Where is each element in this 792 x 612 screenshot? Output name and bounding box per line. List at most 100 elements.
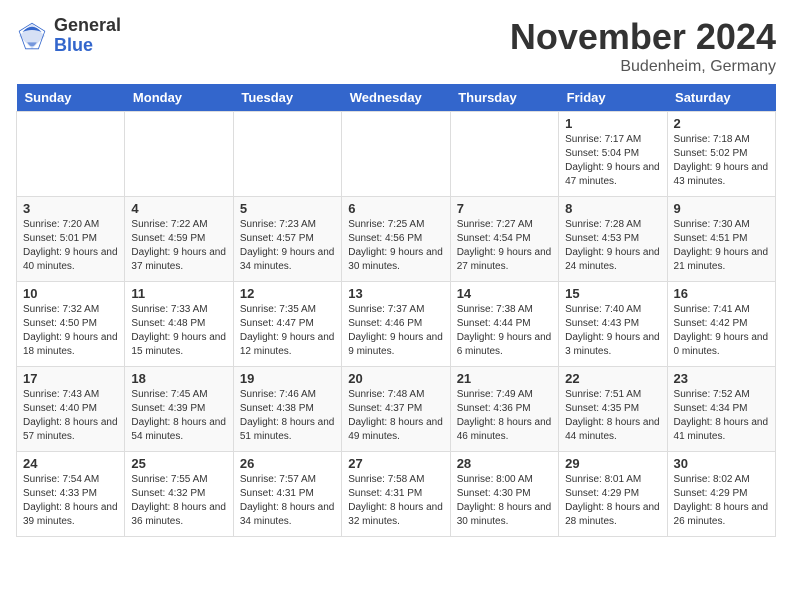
day-number: 14 — [457, 286, 552, 301]
calendar-cell: 15 Sunrise: 7:40 AM Sunset: 4:43 PM Dayli… — [559, 282, 667, 367]
day-info: Sunrise: 7:23 AM Sunset: 4:57 PM Dayligh… — [240, 218, 335, 274]
day-info: Sunrise: 7:52 AM Sunset: 4:34 PM Dayligh… — [674, 388, 769, 444]
calendar-cell — [17, 112, 125, 197]
day-number: 22 — [565, 371, 660, 386]
logo: General Blue — [16, 16, 121, 56]
day-info: Sunrise: 7:22 AM Sunset: 4:59 PM Dayligh… — [131, 218, 226, 274]
day-number: 15 — [565, 286, 660, 301]
day-number: 17 — [23, 371, 118, 386]
day-info: Sunrise: 7:38 AM Sunset: 4:44 PM Dayligh… — [457, 303, 552, 359]
day-number: 4 — [131, 201, 226, 216]
day-info: Sunrise: 7:58 AM Sunset: 4:31 PM Dayligh… — [348, 473, 443, 529]
calendar-cell: 11Sunrise: 7:33 AM Sunset: 4:48 PM Dayli… — [125, 282, 233, 367]
day-number: 5 — [240, 201, 335, 216]
calendar-cell: 12 Sunrise: 7:35 AM Sunset: 4:47 PM Dayli… — [233, 282, 341, 367]
calendar-cell: 19 Sunrise: 7:46 AM Sunset: 4:38 PM Dayli… — [233, 367, 341, 452]
day-header-tuesday: Tuesday — [233, 84, 341, 112]
day-header-friday: Friday — [559, 84, 667, 112]
header: General Blue November 2024 Budenheim, Ge… — [16, 16, 776, 76]
day-number: 30 — [674, 456, 769, 471]
calendar-cell: 25 Sunrise: 7:55 AM Sunset: 4:32 PM Dayli… — [125, 452, 233, 537]
calendar-cell: 26 Sunrise: 7:57 AM Sunset: 4:31 PM Dayli… — [233, 452, 341, 537]
calendar-cell — [125, 112, 233, 197]
day-number: 1 — [565, 116, 660, 131]
day-info: Sunrise: 7:35 AM Sunset: 4:47 PM Dayligh… — [240, 303, 335, 359]
calendar-cell — [450, 112, 558, 197]
calendar-cell: 2 Sunrise: 7:18 AM Sunset: 5:02 PM Daylig… — [667, 112, 775, 197]
day-info: Sunrise: 7:57 AM Sunset: 4:31 PM Dayligh… — [240, 473, 335, 529]
day-info: Sunrise: 7:30 AM Sunset: 4:51 PM Dayligh… — [674, 218, 769, 274]
calendar-cell: 4 Sunrise: 7:22 AM Sunset: 4:59 PM Daylig… — [125, 197, 233, 282]
day-number: 29 — [565, 456, 660, 471]
logo-text: General Blue — [54, 16, 121, 56]
calendar-cell: 30 Sunrise: 8:02 AM Sunset: 4:29 PM Dayli… — [667, 452, 775, 537]
day-info: Sunrise: 7:18 AM Sunset: 5:02 PM Dayligh… — [674, 133, 769, 189]
day-number: 2 — [674, 116, 769, 131]
calendar-cell: 29Sunrise: 8:01 AM Sunset: 4:29 PM Dayli… — [559, 452, 667, 537]
header-row: SundayMondayTuesdayWednesdayThursdayFrid… — [17, 84, 776, 112]
calendar-cell: 14 Sunrise: 7:38 AM Sunset: 4:44 PM Dayli… — [450, 282, 558, 367]
day-number: 20 — [348, 371, 443, 386]
day-header-thursday: Thursday — [450, 84, 558, 112]
day-info: Sunrise: 8:00 AM Sunset: 4:30 PM Dayligh… — [457, 473, 552, 529]
calendar-cell: 16 Sunrise: 7:41 AM Sunset: 4:42 PM Dayli… — [667, 282, 775, 367]
day-number: 8 — [565, 201, 660, 216]
day-info: Sunrise: 7:28 AM Sunset: 4:53 PM Dayligh… — [565, 218, 660, 274]
calendar-cell: 27 Sunrise: 7:58 AM Sunset: 4:31 PM Dayli… — [342, 452, 450, 537]
calendar-cell: 24 Sunrise: 7:54 AM Sunset: 4:33 PM Dayli… — [17, 452, 125, 537]
calendar-cell: 18Sunrise: 7:45 AM Sunset: 4:39 PM Dayli… — [125, 367, 233, 452]
logo-general: General — [54, 16, 121, 36]
day-info: Sunrise: 7:40 AM Sunset: 4:43 PM Dayligh… — [565, 303, 660, 359]
calendar-cell: 9 Sunrise: 7:30 AM Sunset: 4:51 PM Daylig… — [667, 197, 775, 282]
logo-icon — [16, 20, 48, 52]
day-header-wednesday: Wednesday — [342, 84, 450, 112]
day-number: 25 — [131, 456, 226, 471]
day-number: 3 — [23, 201, 118, 216]
day-number: 6 — [348, 201, 443, 216]
calendar-cell: 28 Sunrise: 8:00 AM Sunset: 4:30 PM Dayli… — [450, 452, 558, 537]
calendar-cell: 20Sunrise: 7:48 AM Sunset: 4:37 PM Dayli… — [342, 367, 450, 452]
day-info: Sunrise: 7:55 AM Sunset: 4:32 PM Dayligh… — [131, 473, 226, 529]
logo-blue: Blue — [54, 36, 121, 56]
calendar-cell — [233, 112, 341, 197]
week-row-5: 24 Sunrise: 7:54 AM Sunset: 4:33 PM Dayli… — [17, 452, 776, 537]
day-info: Sunrise: 7:46 AM Sunset: 4:38 PM Dayligh… — [240, 388, 335, 444]
day-info: Sunrise: 7:25 AM Sunset: 4:56 PM Dayligh… — [348, 218, 443, 274]
day-number: 28 — [457, 456, 552, 471]
day-info: Sunrise: 7:51 AM Sunset: 4:35 PM Dayligh… — [565, 388, 660, 444]
day-number: 24 — [23, 456, 118, 471]
calendar-cell: 13 Sunrise: 7:37 AM Sunset: 4:46 PM Dayli… — [342, 282, 450, 367]
week-row-4: 17Sunrise: 7:43 AM Sunset: 4:40 PM Dayli… — [17, 367, 776, 452]
day-number: 21 — [457, 371, 552, 386]
calendar-cell: 17Sunrise: 7:43 AM Sunset: 4:40 PM Dayli… — [17, 367, 125, 452]
day-number: 10 — [23, 286, 118, 301]
calendar-cell: 5 Sunrise: 7:23 AM Sunset: 4:57 PM Daylig… — [233, 197, 341, 282]
day-info: Sunrise: 8:02 AM Sunset: 4:29 PM Dayligh… — [674, 473, 769, 529]
day-info: Sunrise: 7:49 AM Sunset: 4:36 PM Dayligh… — [457, 388, 552, 444]
day-number: 12 — [240, 286, 335, 301]
day-header-monday: Monday — [125, 84, 233, 112]
day-number: 9 — [674, 201, 769, 216]
day-number: 13 — [348, 286, 443, 301]
calendar-cell: 1Sunrise: 7:17 AM Sunset: 5:04 PM Daylig… — [559, 112, 667, 197]
day-number: 16 — [674, 286, 769, 301]
calendar-table: SundayMondayTuesdayWednesdayThursdayFrid… — [16, 84, 776, 537]
calendar-cell: 3 Sunrise: 7:20 AM Sunset: 5:01 PM Daylig… — [17, 197, 125, 282]
day-info: Sunrise: 7:37 AM Sunset: 4:46 PM Dayligh… — [348, 303, 443, 359]
calendar-cell: 10Sunrise: 7:32 AM Sunset: 4:50 PM Dayli… — [17, 282, 125, 367]
day-info: Sunrise: 7:20 AM Sunset: 5:01 PM Dayligh… — [23, 218, 118, 274]
day-number: 11 — [131, 286, 226, 301]
location: Budenheim, Germany — [510, 58, 776, 76]
day-number: 19 — [240, 371, 335, 386]
calendar-cell: 22 Sunrise: 7:51 AM Sunset: 4:35 PM Dayli… — [559, 367, 667, 452]
week-row-2: 3 Sunrise: 7:20 AM Sunset: 5:01 PM Daylig… — [17, 197, 776, 282]
week-row-3: 10Sunrise: 7:32 AM Sunset: 4:50 PM Dayli… — [17, 282, 776, 367]
calendar-cell — [342, 112, 450, 197]
calendar-cell: 23Sunrise: 7:52 AM Sunset: 4:34 PM Dayli… — [667, 367, 775, 452]
title-area: November 2024 Budenheim, Germany — [510, 16, 776, 76]
day-info: Sunrise: 7:41 AM Sunset: 4:42 PM Dayligh… — [674, 303, 769, 359]
day-number: 26 — [240, 456, 335, 471]
day-info: Sunrise: 7:54 AM Sunset: 4:33 PM Dayligh… — [23, 473, 118, 529]
day-info: Sunrise: 7:45 AM Sunset: 4:39 PM Dayligh… — [131, 388, 226, 444]
day-number: 27 — [348, 456, 443, 471]
